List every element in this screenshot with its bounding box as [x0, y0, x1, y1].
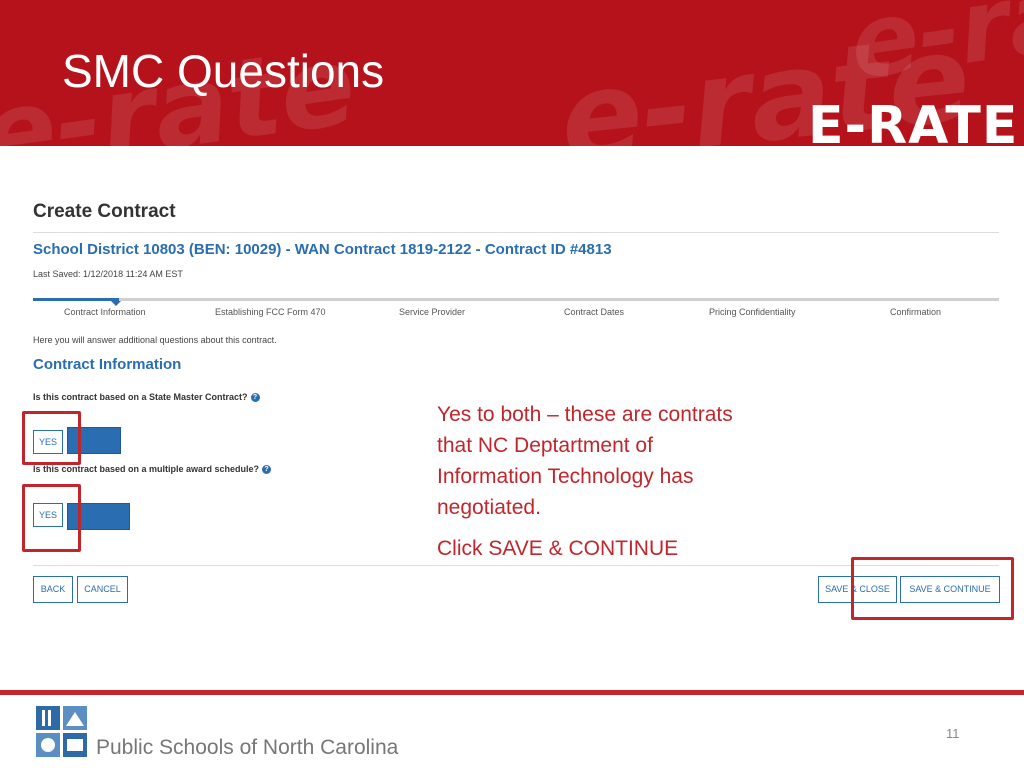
highlight-box-save-continue	[851, 557, 1014, 620]
step-contract-dates[interactable]: Contract Dates	[564, 307, 624, 317]
annotation-action: Click SAVE & CONTINUE	[437, 537, 679, 560]
slide-title: SMC Questions	[62, 45, 385, 97]
annotation-note: Yes to both – these are contrats that NC…	[437, 399, 733, 523]
back-button[interactable]: BACK	[33, 576, 73, 603]
screenshot-area: Create Contract School District 10803 (B…	[0, 146, 1024, 690]
current-step-marker	[111, 301, 121, 306]
step-progress-bar	[33, 298, 999, 306]
annotation-line: negotiated.	[437, 496, 541, 519]
step-confirmation[interactable]: Confirmation	[890, 307, 941, 317]
dpi-logo-icon	[36, 706, 88, 758]
step-service-provider[interactable]: Service Provider	[399, 307, 465, 317]
cancel-button[interactable]: CANCEL	[77, 576, 128, 603]
annotation-line: Yes to both – these are contrats	[437, 403, 733, 426]
section-title: Contract Information	[33, 356, 182, 373]
annotation-line: that NC Deptartment of	[437, 434, 653, 457]
intro-text: Here you will answer additional question…	[33, 335, 277, 345]
question-state-master-contract: Is this contract based on a State Master…	[33, 392, 260, 403]
help-icon[interactable]: ?	[250, 393, 260, 403]
step-contract-information[interactable]: Contract Information	[64, 307, 146, 317]
question-text: Is this contract based on a State Master…	[33, 392, 248, 402]
annotation-line: Information Technology has	[437, 465, 694, 488]
help-icon[interactable]: ?	[262, 465, 272, 475]
highlight-box-yes-mas	[22, 484, 81, 552]
divider	[33, 232, 999, 233]
page-heading: Create Contract	[33, 201, 176, 222]
question-multiple-award-schedule: Is this contract based on a multiple awa…	[33, 464, 272, 475]
progress-fill	[33, 298, 119, 301]
footer-org-name: Public Schools of North Carolina	[96, 736, 399, 759]
header-banner: e-rate e-rate e-ra SMC Questions E-RATE	[0, 0, 1024, 146]
highlight-box-yes-smc	[22, 411, 81, 465]
contract-subheading: School District 10803 (BEN: 10029) - WAN…	[33, 241, 612, 258]
last-saved-text: Last Saved: 1/12/2018 11:24 AM EST	[33, 269, 183, 279]
step-pricing-confidentiality[interactable]: Pricing Confidentiality	[709, 307, 796, 317]
page-number: 11	[946, 726, 960, 741]
step-establishing-fcc-form-470[interactable]: Establishing FCC Form 470	[215, 307, 326, 317]
erate-logo: E-RATE	[808, 96, 1019, 146]
question-text: Is this contract based on a multiple awa…	[33, 464, 260, 474]
footer-divider	[0, 690, 1024, 695]
banner-decoration: e-ra	[842, 0, 1024, 103]
